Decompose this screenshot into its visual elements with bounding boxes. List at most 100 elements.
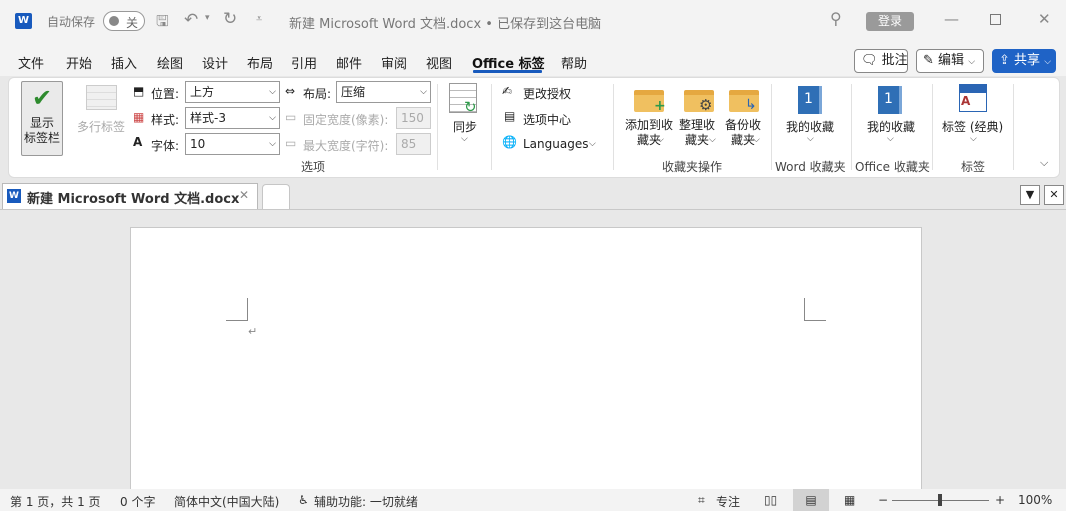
collapse-ribbon-icon[interactable]: ⌵ [1040,156,1048,170]
show-tabbar-label: 显示 标签栏 [23,116,60,145]
word-doc-icon: W [7,189,21,203]
editing-mode-button[interactable]: ✎ 编辑 ⌵ [916,49,984,73]
change-license-button[interactable]: 更改授权 [523,85,571,102]
max-width-icon: ▭ [285,136,297,150]
fixed-width-icon: ▭ [285,110,297,124]
tab-layout[interactable]: 布局 [247,53,273,72]
tab-mailings[interactable]: 邮件 [336,53,362,72]
word-count[interactable]: 0 个字 [120,493,155,510]
tabs-classic-button[interactable]: 标签 (经典) [942,118,1003,135]
word-my-favorites-button[interactable]: 我的收藏 [786,118,834,135]
tab-design[interactable]: 设计 [202,53,228,72]
active-tab-indicator [473,70,542,73]
tab-insert[interactable]: 插入 [111,53,137,72]
close-all-tabs-icon[interactable]: ✕ [1044,185,1064,205]
zoom-out-button[interactable]: − [878,493,888,507]
accessibility-status[interactable]: 辅助功能: 一切就绪 [314,493,418,510]
tab-help[interactable]: 帮助 [561,53,587,72]
tab-references[interactable]: 引用 [291,53,317,72]
favorites-ops-group-label: 收藏夹操作 [662,160,723,174]
undo-icon[interactable]: ↶ [184,10,198,30]
layout-select[interactable]: 压缩 ⌵ [336,81,431,103]
font-size-select[interactable]: 10 ⌵ [185,133,280,155]
zoom-slider-handle[interactable] [938,494,942,506]
search-icon[interactable]: ⚲ [830,9,842,28]
undo-dropdown-icon[interactable]: ▾ [205,13,210,23]
chevron-down-icon: ⌵ [269,87,276,97]
page-count[interactable]: 第 1 页，共 1 页 [10,493,101,510]
tab-list-dropdown-icon[interactable]: ▼ [1020,185,1040,205]
focus-icon: ⌗ [698,493,705,507]
share-label: 共享 [1014,53,1041,68]
focus-button[interactable]: 专注 [716,493,740,510]
max-width-input[interactable]: 85 [396,133,431,155]
tab-review[interactable]: 审阅 [381,53,407,72]
save-icon[interactable]: 🖫 [156,11,169,36]
paragraph-mark-icon[interactable]: ↵ [248,325,257,338]
login-button[interactable]: 登录 [866,12,914,31]
multirow-tabs-button[interactable]: 多行标签 [77,118,125,135]
ribbon-separator [437,84,438,170]
document-tab[interactable]: W 新建 Microsoft Word 文档.docx ✕ [2,183,258,209]
office-favorites-group-label: Office 收藏夹 [855,160,930,174]
license-icon: ✍ [502,84,513,98]
fixed-width-label: 固定宽度(像素): [303,113,389,127]
tab-draw[interactable]: 绘图 [157,53,183,72]
new-tab-button[interactable] [262,184,290,209]
customize-icon[interactable]: ⩡ [256,12,262,26]
office-my-favorites-button[interactable]: 我的收藏 [867,118,915,135]
zoom-level[interactable]: 100% [1018,493,1052,507]
chevron-down-icon[interactable]: ⌵ [461,134,468,144]
share-icon: ⇪ [999,53,1010,68]
ribbon-separator [613,84,614,170]
autosave-label: 自动保存 [47,15,96,29]
layout-icon: ⇔ [285,84,296,98]
document-page[interactable] [130,227,922,497]
close-tab-icon[interactable]: ✕ [239,188,249,202]
maximize-icon[interactable] [990,14,1001,25]
font-a-icon: A [961,94,971,108]
show-tabbar-button[interactable]: ✔ 显示 标签栏 [21,81,63,156]
tab-file[interactable]: 文件 [18,53,44,72]
options-center-button[interactable]: 选项中心 [523,111,571,128]
layout-value: 压缩 [341,85,366,99]
position-select[interactable]: 上方 ⌵ [185,81,280,103]
tab-view[interactable]: 视图 [426,53,452,72]
chevron-down-icon: ⌵ [1044,57,1052,67]
style-select[interactable]: 样式-3 ⌵ [185,107,280,129]
accessibility-icon: ♿ [298,493,309,507]
read-mode-icon[interactable]: ▯▯ [764,493,777,507]
minimize-icon[interactable]: — [944,10,959,28]
print-layout-icon[interactable]: ▤ [793,489,829,511]
redo-icon[interactable]: ↻ [223,9,237,29]
sync-button[interactable]: 同步 [453,118,477,135]
add-to-favorites-button[interactable]: 添加到收 藏夹 [621,118,677,148]
margin-crop-mark-right [804,298,826,321]
word-favorites-group-label: Word 收藏夹 [775,160,846,174]
fixed-width-input[interactable]: 150 [396,107,431,129]
checkmark-icon: ✔ [31,84,53,112]
ribbon-panel: ✔ 显示 标签栏 多行标签 ⬒ 位置: 上方 ⌵ ▦ 样式: 样式-3 ⌵ A 字体… [8,77,1060,178]
globe-icon: 🌐 [502,135,517,149]
zoom-in-button[interactable]: + [995,493,1005,507]
autosave-toggle[interactable]: 关 [103,11,145,31]
title-chevron-down-icon[interactable]: ⌵ [586,12,594,26]
ribbon-separator [851,84,852,170]
style-label: 样式: [151,113,180,127]
title-bar: W 自动保存 关 🖫 ↶ ▾ ↻ ⩡ 新建 Microsoft Word 文档.… [0,0,1066,44]
language-indicator[interactable]: 简体中文(中国大陆) [174,493,279,510]
languages-button[interactable]: Languages [523,137,588,151]
close-icon[interactable]: ✕ [1038,10,1051,28]
share-button[interactable]: ⇪ 共享 ⌵ [992,49,1056,73]
margin-crop-mark-left [226,298,248,321]
chevron-down-icon: ⌵ [589,139,596,149]
ribbon-separator [771,84,772,170]
web-layout-icon[interactable]: ▦ [844,493,855,507]
comments-button[interactable]: 🗨 批注 [854,49,908,73]
editing-label: 编辑 [938,53,965,68]
options-group-label: 选项 [301,160,326,174]
tab-home[interactable]: 开始 [66,53,92,72]
document-title[interactable]: 新建 Microsoft Word 文档.docx • 已保存到这台电脑 [289,13,601,32]
chevron-down-icon: ⌵ [807,134,814,144]
chevron-down-icon: ⌵ [968,57,976,67]
